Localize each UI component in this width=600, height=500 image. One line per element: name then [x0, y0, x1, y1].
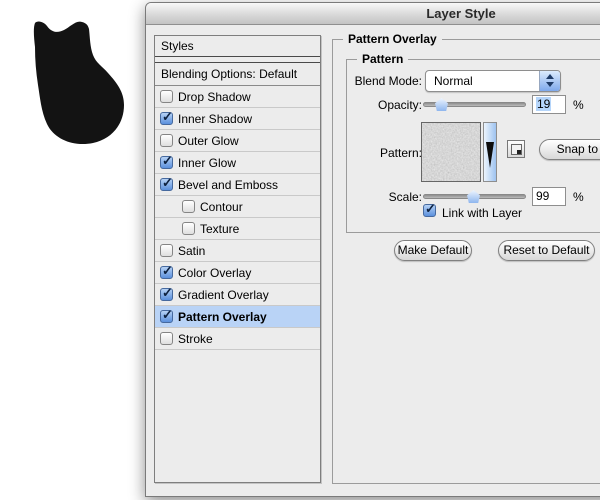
styles-list: Styles Blending Options: Default Drop Sh…: [154, 35, 321, 483]
blend-mode-label: Blend Mode:: [302, 74, 422, 88]
blend-mode-value: Normal: [434, 74, 473, 88]
blending-options-label: Blending Options: Default: [161, 67, 297, 81]
list-item-color-overlay[interactable]: Color Overlay: [155, 262, 320, 284]
list-item-outer-glow[interactable]: Outer Glow: [155, 130, 320, 152]
pattern-overlay-group-title: Pattern Overlay: [343, 32, 442, 46]
opacity-value: 19: [536, 97, 551, 111]
scale-value: 99: [536, 189, 549, 203]
list-item-label: Stroke: [178, 332, 213, 346]
new-preset-button[interactable]: [507, 140, 525, 158]
list-item-label: Texture: [200, 222, 239, 236]
list-item-label: Satin: [178, 244, 205, 258]
opacity-unit: %: [573, 98, 584, 112]
checkbox[interactable]: [160, 288, 173, 301]
pattern-picker-button[interactable]: [483, 122, 497, 182]
list-item-bevel-and-emboss[interactable]: Bevel and Emboss: [155, 174, 320, 196]
list-item-blending-options[interactable]: Blending Options: Default: [155, 63, 320, 86]
list-item-label: Inner Glow: [178, 156, 236, 170]
dialog-titlebar[interactable]: Layer Style: [146, 3, 600, 25]
blend-mode-select[interactable]: Normal: [425, 70, 561, 92]
list-item-texture[interactable]: Texture: [155, 218, 320, 240]
list-item-contour[interactable]: Contour: [155, 196, 320, 218]
make-default-button[interactable]: Make Default: [394, 240, 472, 261]
list-item-label: Drop Shadow: [178, 90, 251, 104]
list-item-pattern-overlay[interactable]: Pattern Overlay: [155, 306, 320, 328]
snap-to-origin-button[interactable]: Snap to Origin: [539, 139, 600, 160]
checkbox[interactable]: [182, 200, 195, 213]
link-with-layer-checkbox[interactable]: [423, 204, 436, 217]
styles-list-header: Styles: [155, 36, 320, 57]
list-item-label: Color Overlay: [178, 266, 251, 280]
pattern-swatch[interactable]: [421, 122, 481, 182]
list-item-stroke[interactable]: Stroke: [155, 328, 320, 350]
checkbox[interactable]: [160, 244, 173, 257]
list-item-label: Gradient Overlay: [178, 288, 269, 302]
list-item-label: Outer Glow: [178, 134, 239, 148]
up-down-stepper-icon[interactable]: [539, 71, 560, 91]
layer-style-dialog: Layer Style Styles Blending Options: Def…: [145, 2, 600, 497]
list-item-drop-shadow[interactable]: Drop Shadow: [155, 86, 320, 108]
opacity-input[interactable]: 19: [532, 95, 566, 114]
list-item-inner-glow[interactable]: Inner Glow: [155, 152, 320, 174]
dialog-title: Layer Style: [426, 6, 495, 21]
pattern-subgroup-title: Pattern: [357, 52, 408, 66]
checkbox[interactable]: [160, 156, 173, 169]
list-item-satin[interactable]: Satin: [155, 240, 320, 262]
scale-input[interactable]: 99: [532, 187, 566, 206]
checkbox[interactable]: [182, 222, 195, 235]
list-item-label: Inner Shadow: [178, 112, 252, 126]
list-item-gradient-overlay[interactable]: Gradient Overlay: [155, 284, 320, 306]
checkbox[interactable]: [160, 112, 173, 125]
list-item-inner-shadow[interactable]: Inner Shadow: [155, 108, 320, 130]
canvas-artwork-blob: [18, 15, 130, 151]
checkbox[interactable]: [160, 332, 173, 345]
list-item-label: Bevel and Emboss: [178, 178, 278, 192]
reset-to-default-button[interactable]: Reset to Default: [498, 240, 595, 261]
list-item-label: Contour: [200, 200, 243, 214]
pattern-label: Pattern:: [302, 146, 422, 160]
scale-label: Scale:: [302, 190, 422, 204]
checkbox[interactable]: [160, 178, 173, 191]
list-item-label: Pattern Overlay: [178, 310, 267, 324]
link-with-layer-label: Link with Layer: [442, 206, 522, 220]
scale-unit: %: [573, 190, 584, 204]
opacity-label: Opacity:: [302, 98, 422, 112]
pattern-texture: [422, 123, 480, 181]
checkbox[interactable]: [160, 134, 173, 147]
checkbox[interactable]: [160, 310, 173, 323]
checkbox[interactable]: [160, 90, 173, 103]
new-preset-icon: [511, 144, 522, 155]
checkbox[interactable]: [160, 266, 173, 279]
